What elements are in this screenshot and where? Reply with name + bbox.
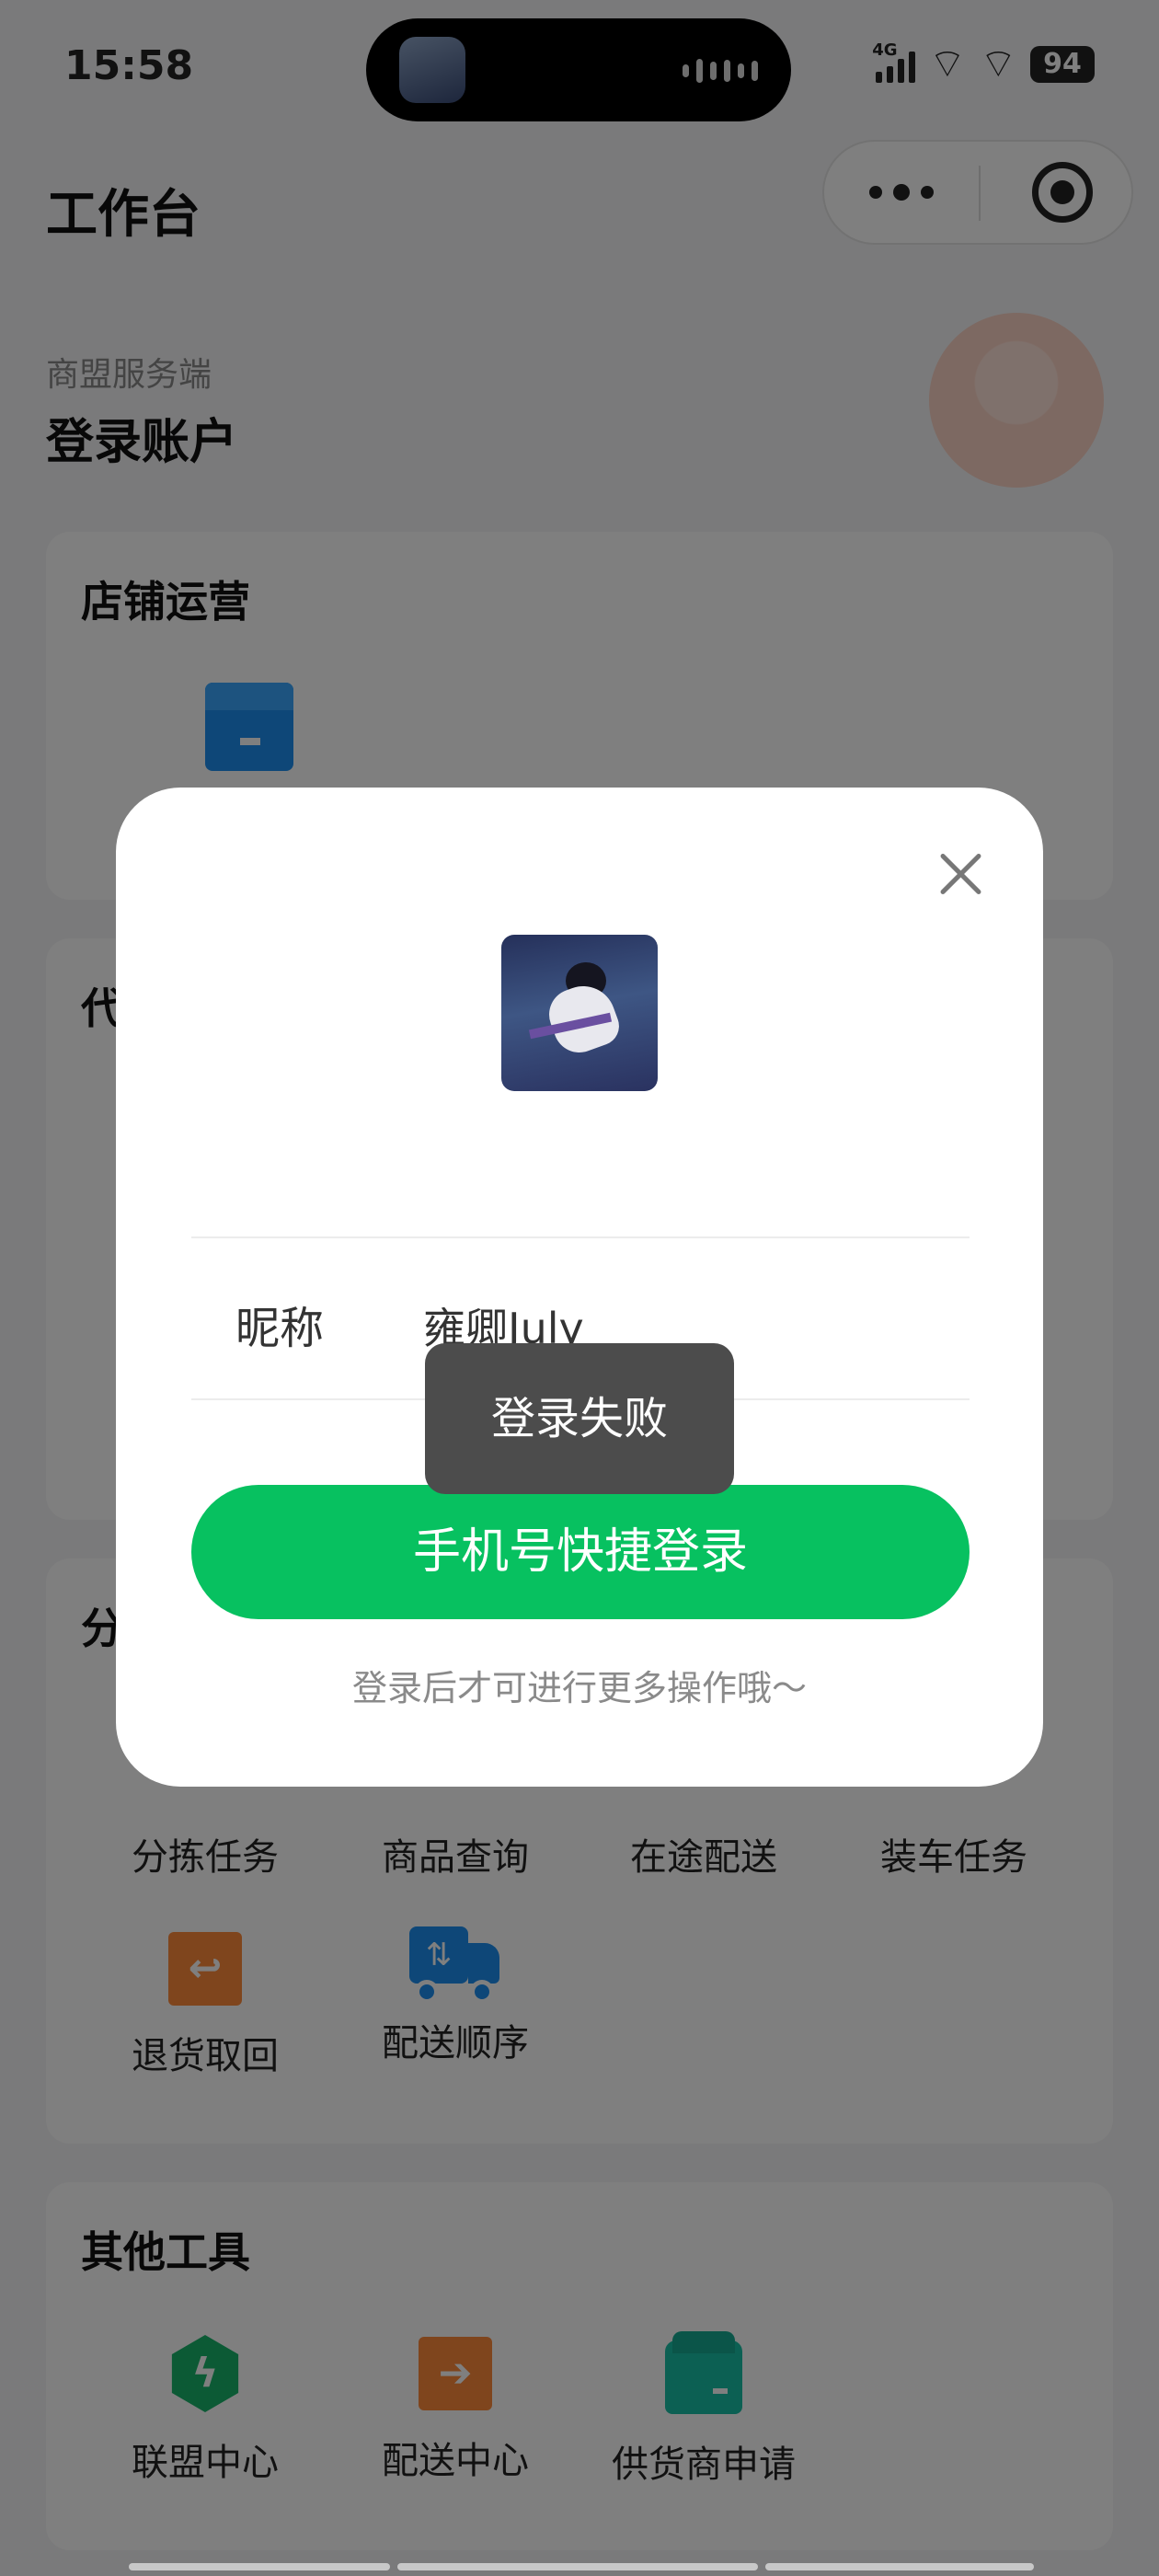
close-icon[interactable] [927,841,993,907]
home-indicator [129,2563,1034,2570]
login-failed-toast: 登录失败 [425,1343,734,1494]
nickname-label: 昵称 [235,1303,325,1354]
login-modal: 昵称 雍卿July 手机号快捷登录 登录后才可进行更多操作哦～ [116,788,1043,1787]
login-hint: 登录后才可进行更多操作哦～ [351,1668,807,1708]
divider [191,1236,970,1238]
phone-quick-login-button[interactable]: 手机号快捷登录 [191,1485,970,1619]
user-avatar [501,935,658,1091]
